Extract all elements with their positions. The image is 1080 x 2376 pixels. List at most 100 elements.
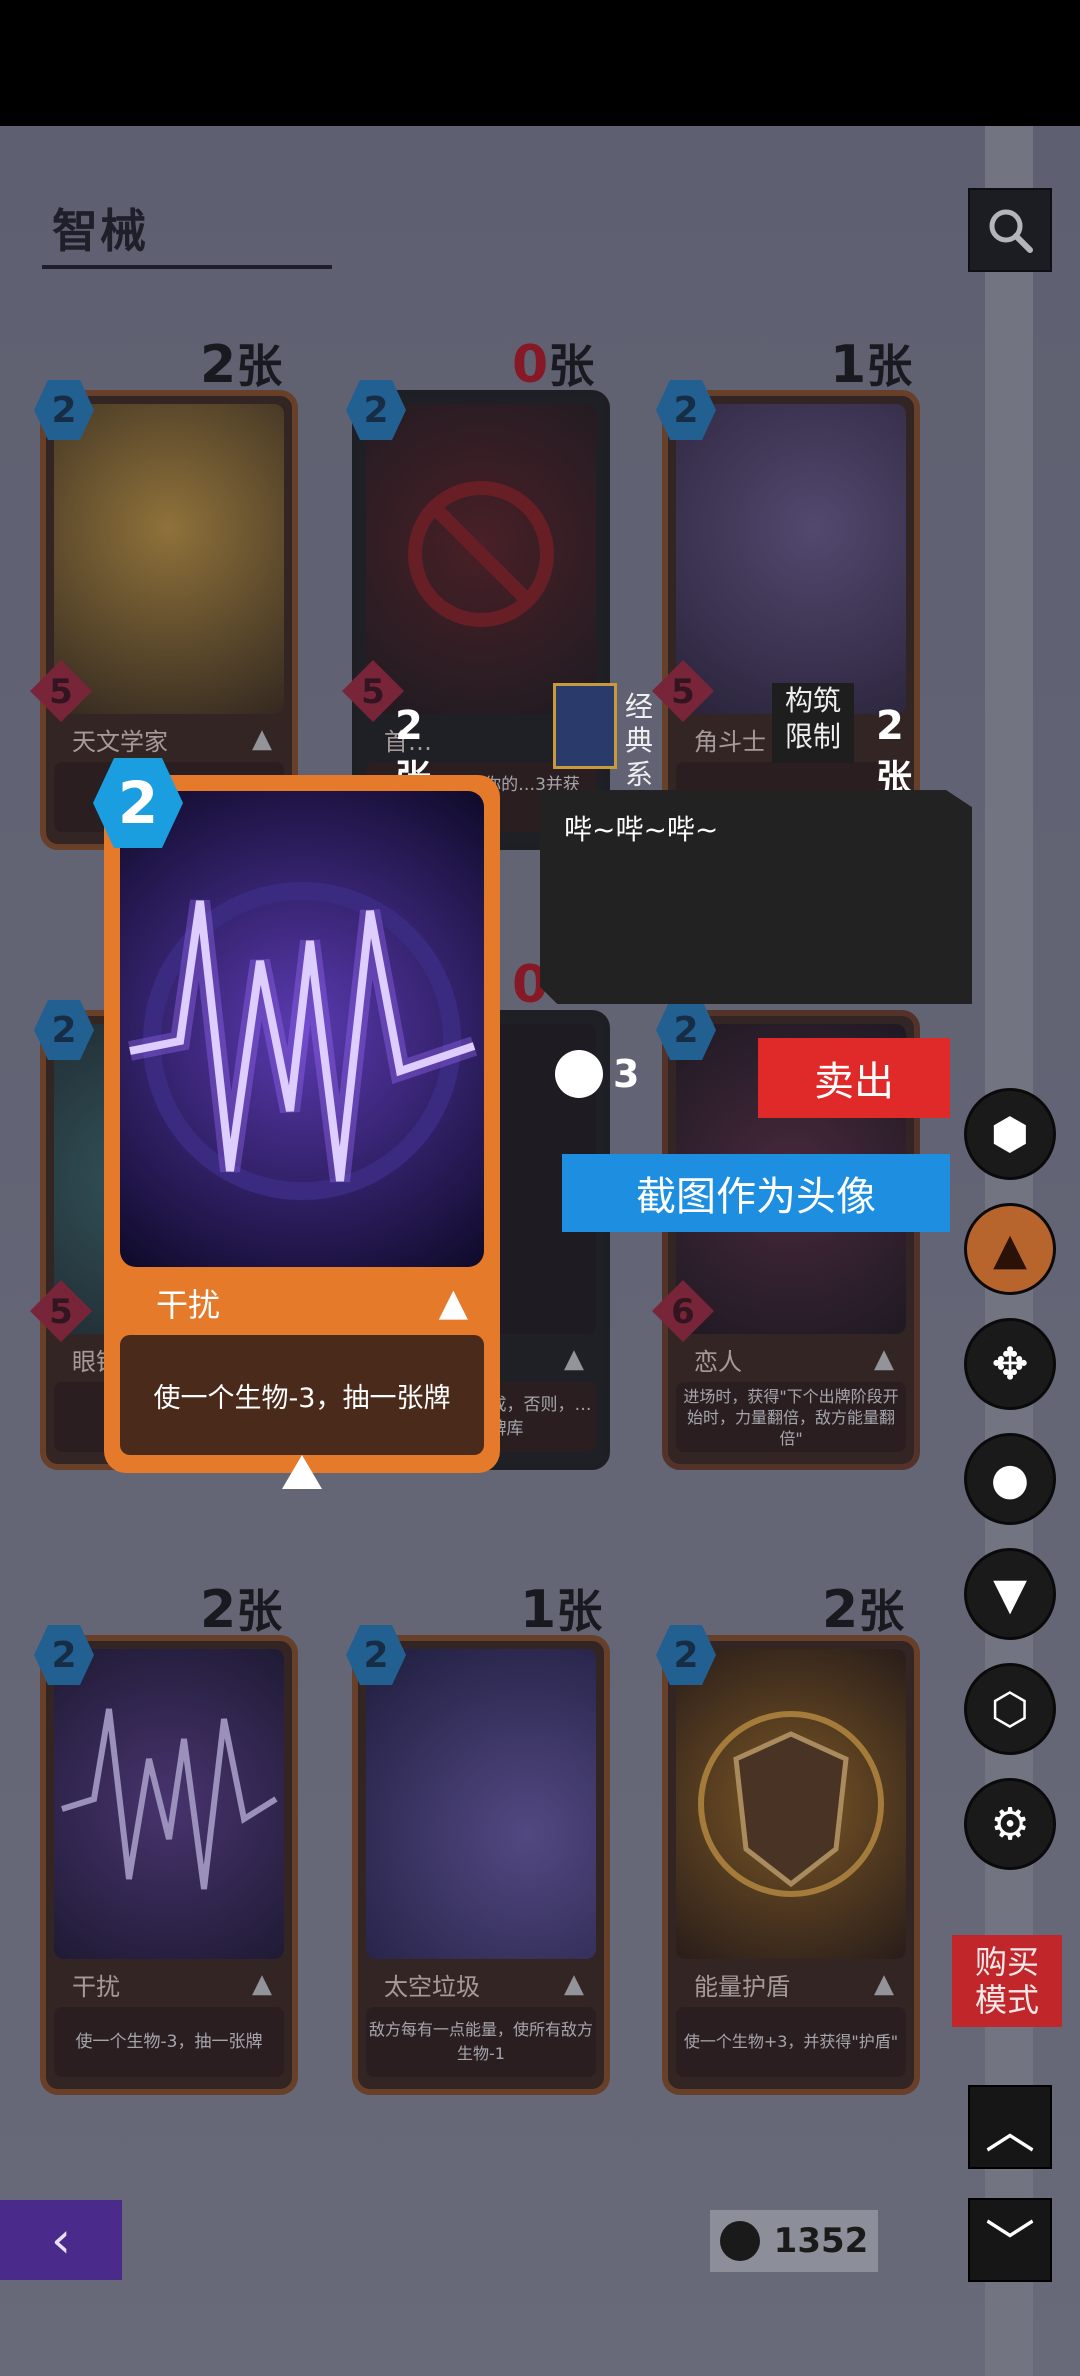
detail-card-description: 使一个生物-3，抽一张牌 xyxy=(120,1335,484,1455)
filter-cross[interactable]: ✥ xyxy=(964,1318,1056,1410)
cost-badge: 2 xyxy=(34,380,94,440)
detail-card-name: 干扰 xyxy=(156,1286,221,1324)
svg-text:5: 5 xyxy=(671,672,695,712)
card-namebar: 恋人 ▲ xyxy=(672,1338,910,1378)
search-button[interactable] xyxy=(968,188,1052,272)
filter-gear[interactable]: ⚙ xyxy=(964,1778,1056,1870)
filter-cube[interactable]: ⬢ xyxy=(964,1088,1056,1180)
card-namebar: 能量护盾 ▲ xyxy=(672,1963,910,2003)
card-energy-shield[interactable]: 能量护盾 ▲ 使一个生物+3，并获得"护盾" 2 xyxy=(656,1625,920,2095)
card-count: 2张 xyxy=(822,1580,905,1640)
cost-badge: 2 xyxy=(656,1000,716,1060)
faction-icon: ▲ xyxy=(564,1344,584,1374)
limit-count: 2张 xyxy=(876,703,913,799)
card-namebar: 太空垃圾 ▲ xyxy=(362,1963,600,2003)
filter-triangle[interactable]: ▲ xyxy=(964,1203,1056,1295)
svg-text:6: 6 xyxy=(671,1292,695,1332)
disenchant-value: 3 xyxy=(555,1050,639,1098)
faction-icon: ▲ xyxy=(252,724,272,754)
status-bar xyxy=(0,0,1080,126)
card-description: 进场时，获得"下个出牌阶段开始时，力量翻倍，敌方能量翻倍" xyxy=(676,1382,906,1452)
cross-icon: ✥ xyxy=(991,1338,1029,1390)
title-underline xyxy=(42,265,332,269)
cost-badge: 2 xyxy=(656,380,716,440)
card-namebar: 干扰 ▲ xyxy=(50,1963,288,2003)
power-badge: 5 xyxy=(652,660,714,722)
card-name: 天文学家 xyxy=(72,728,168,756)
series-emblem xyxy=(553,683,617,769)
card-count: 1张 xyxy=(830,335,913,395)
filter-hex[interactable]: ⬡ xyxy=(964,1663,1056,1755)
faction-icon: ▲ xyxy=(564,1969,584,1999)
buy-mode-button[interactable]: 购买 模式 xyxy=(952,1935,1062,2027)
svg-text:2: 2 xyxy=(51,1010,76,1051)
card-name: 能量护盾 xyxy=(694,1973,790,2001)
cost-badge: 2 xyxy=(346,380,406,440)
cube-icon: ⬢ xyxy=(990,1108,1030,1160)
faction-icon: ▲ xyxy=(874,1969,894,1999)
filter-circle[interactable]: ● xyxy=(964,1433,1056,1525)
faction-icon: ▲ xyxy=(438,1280,468,1324)
scroll-up-button[interactable]: ︿ xyxy=(968,2085,1052,2169)
dust-icon xyxy=(719,2221,760,2261)
wave-icon xyxy=(128,882,478,1200)
card-art xyxy=(676,1649,906,1959)
card-description: 使一个生物+3，并获得"护盾" xyxy=(676,2007,906,2077)
detail-cost-badge: 2 xyxy=(93,758,183,848)
currency-value: 1352 xyxy=(773,2221,869,2261)
card-description: 敌方每有一点能量，使所有敌方生物-1 xyxy=(366,2007,596,2077)
back-button[interactable]: ‹ xyxy=(0,2200,122,2280)
tri-split-icon: ▼ xyxy=(993,1568,1027,1620)
power-badge: 5 xyxy=(30,660,92,722)
down-icon: ﹀ xyxy=(985,2215,1035,2273)
card-description: 使一个生物-3，抽一张牌 xyxy=(54,2007,284,2077)
svg-text:2: 2 xyxy=(363,1635,388,1676)
dust-amount: 3 xyxy=(613,1052,640,1096)
scroll-down-button[interactable]: ﹀ xyxy=(968,2198,1052,2282)
sell-button[interactable]: 卖出 xyxy=(758,1038,950,1118)
build-limit-label: 构筑 限制 xyxy=(772,683,854,763)
card-space-junk[interactable]: 太空垃圾 ▲ 敌方每有一点能量，使所有敌方生物-1 2 xyxy=(346,1625,610,2095)
cost-badge: 2 xyxy=(656,1625,716,1685)
card-name: 太空垃圾 xyxy=(384,1973,480,2001)
back-arrow-icon: ‹ xyxy=(51,2211,71,2269)
shield-icon xyxy=(698,1711,884,1897)
page-title: 智械 xyxy=(52,204,148,258)
pointer-triangle xyxy=(282,1455,322,1489)
currency-display: 1352 xyxy=(710,2210,878,2272)
card-art xyxy=(366,1649,596,1959)
card-count: 0张 xyxy=(512,335,595,395)
svg-text:5: 5 xyxy=(49,672,73,712)
hex-icon: ⬡ xyxy=(990,1683,1030,1735)
gear-icon: ⚙ xyxy=(990,1798,1030,1850)
card-count: 2张 xyxy=(200,335,283,395)
svg-text:2: 2 xyxy=(673,1010,698,1051)
svg-text:2: 2 xyxy=(118,769,158,837)
cost-badge: 2 xyxy=(346,1625,406,1685)
search-icon xyxy=(989,209,1033,253)
wave-icon xyxy=(61,1708,278,1890)
cost-badge: 2 xyxy=(34,1000,94,1060)
svg-text:2: 2 xyxy=(673,1635,698,1676)
power-badge: 5 xyxy=(30,1280,92,1342)
faction-icon: ▲ xyxy=(252,1969,272,1999)
svg-text:2: 2 xyxy=(363,390,388,431)
cost-badge: 2 xyxy=(34,1625,94,1685)
card-name: 角斗士 xyxy=(694,728,766,756)
svg-text:2: 2 xyxy=(51,1635,76,1676)
svg-text:2: 2 xyxy=(51,390,76,431)
card-interference[interactable]: 干扰 ▲ 使一个生物-3，抽一张牌 2 xyxy=(34,1625,298,2095)
card-name: 干扰 xyxy=(72,1973,120,2001)
flavor-box: 哔~哔~哔~ xyxy=(540,790,972,1004)
card-count: 1张 xyxy=(520,1580,603,1640)
set-avatar-button[interactable]: 截图作为头像 xyxy=(562,1154,950,1232)
card-name: 恋人 xyxy=(694,1348,742,1376)
card-art xyxy=(54,1649,284,1959)
up-icon: ︿ xyxy=(985,2102,1035,2160)
detail-card: 干扰 ▲ 使一个生物-3，抽一张牌 2 xyxy=(93,758,500,1473)
triangle-icon: ▲ xyxy=(993,1223,1027,1275)
circle-icon: ● xyxy=(990,1453,1030,1505)
flavor-text: 哔~哔~哔~ xyxy=(564,813,719,846)
filter-trisplit[interactable]: ▼ xyxy=(964,1548,1056,1640)
card-namebar: 天文学家 ▲ xyxy=(50,718,288,758)
